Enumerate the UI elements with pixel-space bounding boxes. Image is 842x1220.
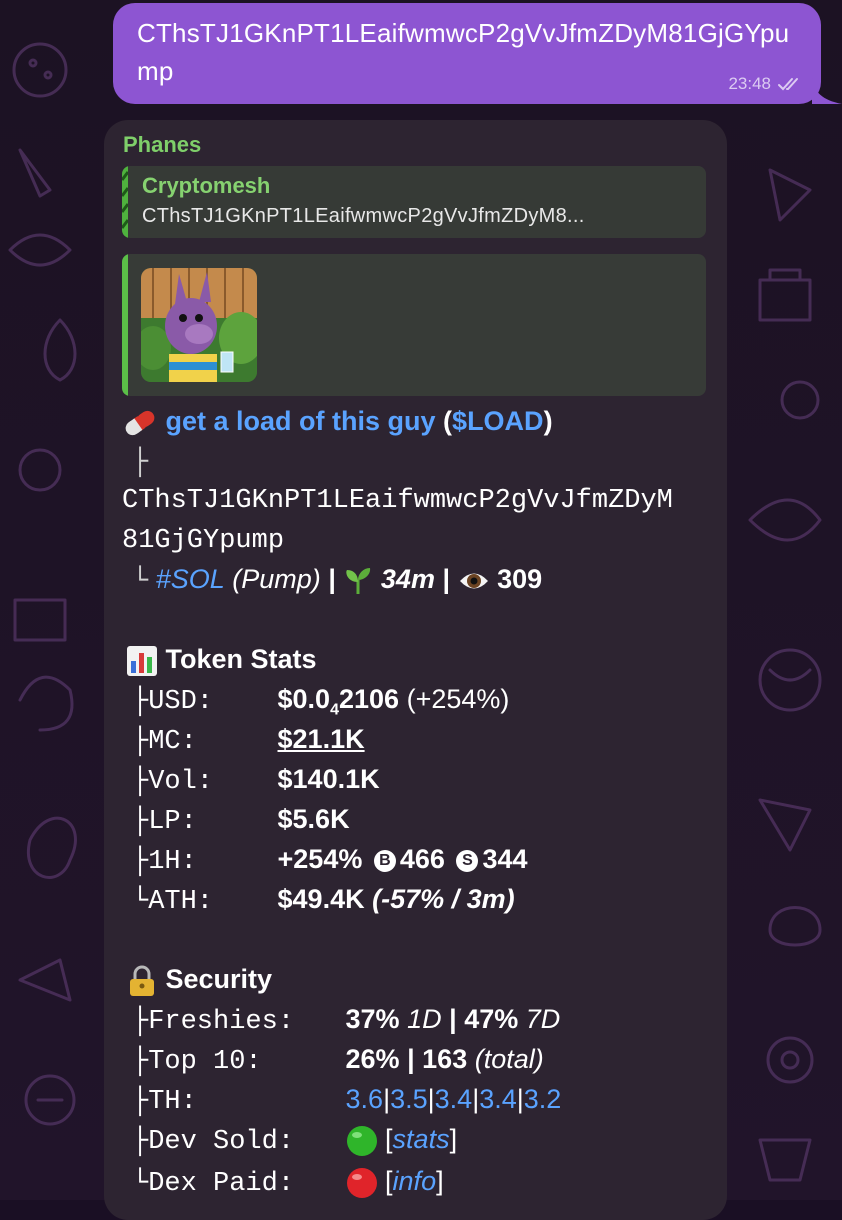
media-bar xyxy=(122,254,128,396)
reply-author: Cryptomesh xyxy=(142,173,271,198)
media-preview[interactable] xyxy=(122,254,706,396)
top-holder-link-1[interactable]: 3.6 xyxy=(346,1084,384,1114)
red-circle-icon xyxy=(346,1167,377,1198)
chain-line: └ #SOL (Pump) | 34m | 309 xyxy=(132,564,543,597)
contract-address-line-1[interactable]: CThsTJ1GKnPT1LEaifwmwcP2gVvJfmZDyM xyxy=(122,486,673,516)
tree-branch: ├ xyxy=(132,448,149,478)
buy-icon: B xyxy=(373,849,396,872)
double-check-icon xyxy=(778,78,798,91)
security-row-top10: ├Top 10: 26% | 163 (total) xyxy=(132,1044,544,1077)
top-holder-link-2[interactable]: 3.5 xyxy=(390,1084,428,1114)
message-meta: 23:48 xyxy=(728,74,803,94)
reply-text: CThsTJ1GKnPT1LEaifwmwcP2gVvJfmZDyM8... xyxy=(142,205,585,227)
token-age: 34m xyxy=(380,564,435,594)
reply-quote[interactable]: Cryptomesh CThsTJ1GKnPT1LEaifwmwcP2gVvJf… xyxy=(122,166,706,238)
pill-icon xyxy=(125,410,155,436)
token-stats-heading: Token Stats xyxy=(126,644,317,677)
seedling-icon xyxy=(346,567,371,594)
market-cap-link[interactable]: $21.1K xyxy=(278,724,365,754)
chain-hashtag[interactable]: #SOL xyxy=(156,564,225,594)
stat-row-ath: └ATH: $49.4K (-57% / 3m) xyxy=(132,884,515,917)
sell-icon: S xyxy=(456,849,479,872)
message-time: 23:48 xyxy=(728,74,771,93)
eye-icon xyxy=(459,573,488,589)
top-holder-link-4[interactable]: 3.4 xyxy=(479,1084,517,1114)
bubble-tail-icon xyxy=(812,78,842,104)
top-holder-link-3[interactable]: 3.4 xyxy=(435,1084,473,1114)
incoming-message-bubble[interactable]: Phanes Cryptomesh CThsTJ1GKnPT1LEaifwmwc… xyxy=(104,120,727,1220)
green-circle-icon xyxy=(346,1125,377,1156)
platform-label: (Pump) xyxy=(232,564,321,594)
token-image[interactable] xyxy=(141,268,257,382)
outgoing-message-bubble[interactable]: CThsTJ1GKnPT1LEaifwmwcP2gVvJfmZDyM81GjGY… xyxy=(113,3,821,104)
token-name-link[interactable]: get a load of this guy xyxy=(166,406,436,436)
outgoing-message-text: CThsTJ1GKnPT1LEaifwmwcP2gVvJfmZDyM81GjGY… xyxy=(137,18,790,86)
security-heading: Security xyxy=(126,964,272,997)
contract-address-line-2[interactable]: 81GjGYpump xyxy=(122,526,284,556)
stat-row-usd: ├USD: $0.042106 (+254%) xyxy=(132,684,510,719)
stat-row-vol: ├Vol: $140.1K xyxy=(132,764,380,797)
stat-row-mc: ├MC: $21.1K xyxy=(132,724,365,757)
security-row-dex-paid: └Dex Paid: [info] xyxy=(132,1166,444,1199)
stat-row-lp: ├LP: $5.6K xyxy=(132,804,350,837)
token-title-line: get a load of this guy ($LOAD) xyxy=(122,406,553,438)
security-row-th: ├TH: 3.6|3.5|3.4|3.4|3.2 xyxy=(132,1084,562,1117)
sender-name[interactable]: Phanes xyxy=(123,132,201,158)
top-holder-link-5[interactable]: 3.2 xyxy=(524,1084,562,1114)
stats-link[interactable]: stats xyxy=(393,1124,450,1154)
stat-row-1h: ├1H: +254% B 466 S 344 xyxy=(132,844,528,877)
security-row-freshies: ├Freshies: 37% 1D | 47% 7D xyxy=(132,1004,561,1037)
lock-icon xyxy=(130,965,154,996)
bar-chart-icon xyxy=(127,645,157,676)
info-link[interactable]: info xyxy=(393,1166,437,1196)
security-row-dev-sold: ├Dev Sold: [stats] xyxy=(132,1124,458,1157)
views-count: 309 xyxy=(497,564,543,594)
reply-bar-stripe xyxy=(122,166,128,238)
token-symbol-link[interactable]: $LOAD xyxy=(452,406,544,436)
